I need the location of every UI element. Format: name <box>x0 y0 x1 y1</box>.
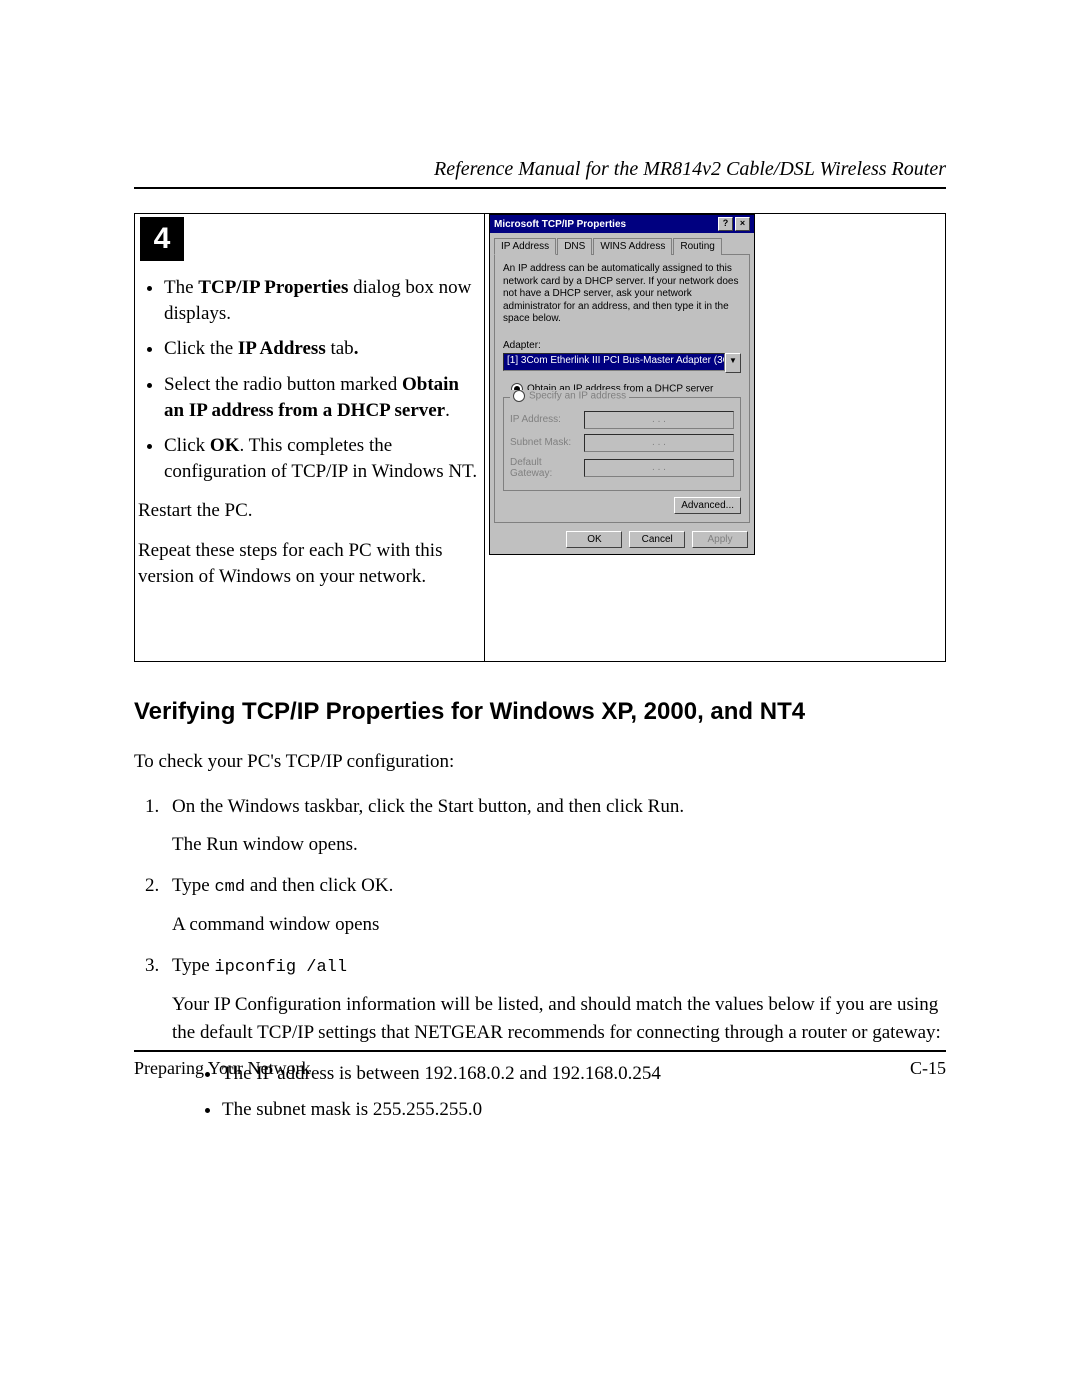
gateway-row: Default Gateway: . . . <box>510 457 734 479</box>
running-header: Reference Manual for the MR814v2 Cable/D… <box>134 158 946 181</box>
subnet-field: . . . <box>584 434 734 452</box>
ip-address-row: IP Address: . . . <box>510 411 734 429</box>
dialog-title: Microsoft TCP/IP Properties <box>494 219 626 230</box>
section-heading: Verifying TCP/IP Properties for Windows … <box>134 698 946 726</box>
text: The Run window opens. <box>172 831 946 859</box>
text: Your IP Configuration information will b… <box>172 991 946 1046</box>
step-bullet: Click the IP Address tab. <box>164 336 481 362</box>
text: tab <box>326 338 354 359</box>
step-repeat: Repeat these steps for each PC with this… <box>138 538 481 589</box>
chevron-down-icon[interactable]: ▼ <box>725 353 741 373</box>
close-icon[interactable]: × <box>735 217 750 231</box>
text: Click the <box>164 338 238 359</box>
list-item: The subnet mask is 255.255.255.0 <box>222 1096 946 1124</box>
dialog-titlebar: Microsoft TCP/IP Properties ? × <box>490 215 754 233</box>
text: Select the radio button marked <box>164 374 402 395</box>
text-bold: . <box>354 338 359 359</box>
code: ipconfig /all <box>214 958 347 977</box>
step-bullet: Select the radio button marked Obtain an… <box>164 372 481 423</box>
gateway-label: Default Gateway: <box>510 457 584 479</box>
tab-wins[interactable]: WINS Address <box>593 238 672 255</box>
adapter-combo[interactable]: [1] 3Com Etherlink III PCI Bus-Master Ad… <box>503 353 741 373</box>
radio-icon <box>513 390 525 402</box>
text: Click <box>164 435 210 456</box>
tab-panel: An IP address can be automatically assig… <box>494 254 750 523</box>
code: cmd <box>214 878 245 897</box>
text: The <box>164 277 198 298</box>
tab-dns[interactable]: DNS <box>557 238 592 255</box>
ip-field: . . . <box>584 411 734 429</box>
text: A command window opens <box>172 911 946 939</box>
text: Type <box>172 875 214 896</box>
text: Type <box>172 955 214 976</box>
page-footer: Preparing Your Network C-15 <box>134 1050 946 1079</box>
text: . <box>445 400 450 421</box>
step-number-badge: 4 <box>140 217 184 261</box>
apply-button[interactable]: Apply <box>692 531 748 548</box>
text-bold: OK <box>210 435 240 456</box>
step-figure-row: 4 The TCP/IP Properties dialog box now d… <box>134 213 946 662</box>
text-bold: TCP/IP Properties <box>198 277 348 298</box>
step-bullet: The TCP/IP Properties dialog box now dis… <box>164 275 481 326</box>
adapter-value: [1] 3Com Etherlink III PCI Bus-Master Ad… <box>503 353 725 371</box>
radio-label: Specify an IP address <box>529 390 626 401</box>
tcpip-dialog: Microsoft TCP/IP Properties ? × IP Addre… <box>489 214 755 555</box>
text-bold: IP Address <box>238 338 326 359</box>
subnet-row: Subnet Mask: . . . <box>510 434 734 452</box>
adapter-label: Adapter: <box>503 340 741 351</box>
step-restart: Restart the PC. <box>138 498 481 524</box>
dialog-tabs: IP Address DNS WINS Address Routing <box>494 237 750 254</box>
ok-button[interactable]: OK <box>566 531 622 548</box>
dialog-explain: An IP address can be automatically assig… <box>503 263 741 326</box>
text: On the Windows taskbar, click the Start … <box>172 796 684 817</box>
gateway-field: . . . <box>584 459 734 477</box>
section-intro: To check your PC's TCP/IP configuration: <box>134 748 946 776</box>
text: and then click OK. <box>245 875 393 896</box>
specify-groupbox: Specify an IP address IP Address: . . . … <box>503 397 741 491</box>
footer-left: Preparing Your Network <box>134 1058 310 1079</box>
advanced-button[interactable]: Advanced... <box>674 497 741 514</box>
list-item: On the Windows taskbar, click the Start … <box>164 793 946 858</box>
list-item: Type cmd and then click OK. A command wi… <box>164 872 946 938</box>
cancel-button[interactable]: Cancel <box>629 531 685 548</box>
tab-routing[interactable]: Routing <box>673 238 721 255</box>
subnet-label: Subnet Mask: <box>510 437 584 448</box>
ip-label: IP Address: <box>510 414 584 425</box>
list-item: Type ipconfig /all Your IP Configuration… <box>164 952 946 1123</box>
radio-specify-ip[interactable]: Specify an IP address <box>510 390 629 402</box>
footer-right: C-15 <box>910 1058 946 1079</box>
header-rule <box>134 187 946 189</box>
step-bullet: Click OK. This completes the configurati… <box>164 433 481 484</box>
tab-ip-address[interactable]: IP Address <box>494 238 556 255</box>
help-icon[interactable]: ? <box>718 217 733 231</box>
